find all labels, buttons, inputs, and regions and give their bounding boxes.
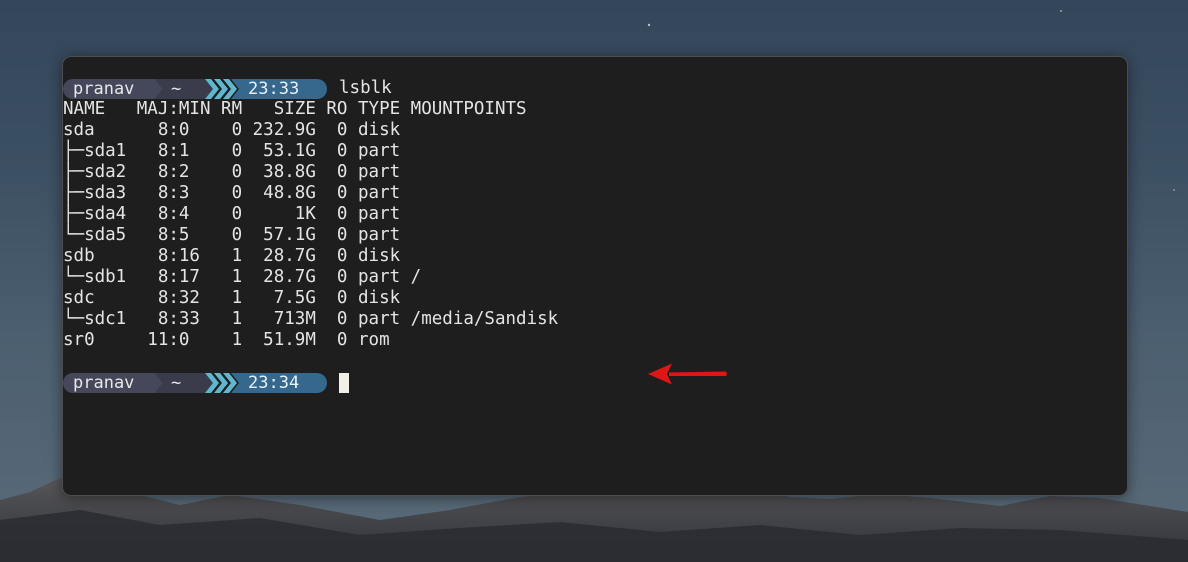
output-row-sda3: ├─sda3 8:3 0 48.8G 0 part: [63, 183, 401, 203]
prompt-user: pranav: [73, 79, 135, 99]
terminal-window[interactable]: pranav ~ 23:33 lsblk NAME MAJ:MIN RM SIZ…: [62, 56, 1128, 496]
prompt-time: 23:34: [248, 373, 300, 393]
output-header-row: NAME MAJ:MIN RM SIZE RO TYPE MOUNTPOINTS: [63, 99, 527, 119]
prompt-directory: ~: [171, 79, 182, 99]
output-row-sda: sda 8:0 0 232.9G 0 disk: [63, 120, 401, 140]
output-row-sda4: ├─sda4 8:4 0 1K 0 part: [63, 204, 401, 224]
prompt-time: 23:33: [248, 79, 300, 99]
output-row-sdb1: └─sdb1 8:17 1 28.7G 0 part /: [63, 267, 422, 287]
output-row-sr0: sr0 11:0 1 51.9M 0 rom: [63, 330, 390, 350]
terminal-cursor[interactable]: [339, 373, 349, 393]
shell-prompt: pranav ~ 23:33: [63, 79, 327, 99]
output-row-sda1: ├─sda1 8:1 0 53.1G 0 part: [63, 141, 401, 161]
output-row-sdb: sdb 8:16 1 28.7G 0 disk: [63, 246, 401, 266]
output-row-sdc1: └─sdc1 8:33 1 713M 0 part /media/Sandisk: [63, 309, 559, 329]
prompt-line-2: pranav ~ 23:34: [63, 372, 558, 393]
red-arrow-left-icon: [648, 363, 727, 385]
command-text: lsblk: [339, 78, 392, 98]
terminal-content: pranav ~ 23:33 lsblk NAME MAJ:MIN RM SIZ…: [63, 78, 558, 393]
output-row-sda2: ├─sda2 8:2 0 38.8G 0 part: [63, 162, 401, 182]
prompt-directory: ~: [171, 373, 182, 393]
shell-prompt: pranav ~ 23:34: [63, 373, 327, 393]
prompt-line-1: pranav ~ 23:33 lsblk: [63, 78, 558, 99]
output-row-sdc: sdc 8:32 1 7.5G 0 disk: [63, 288, 401, 308]
output-row-sda5: └─sda5 8:5 0 57.1G 0 part: [63, 225, 401, 245]
prompt-user: pranav: [73, 373, 135, 393]
